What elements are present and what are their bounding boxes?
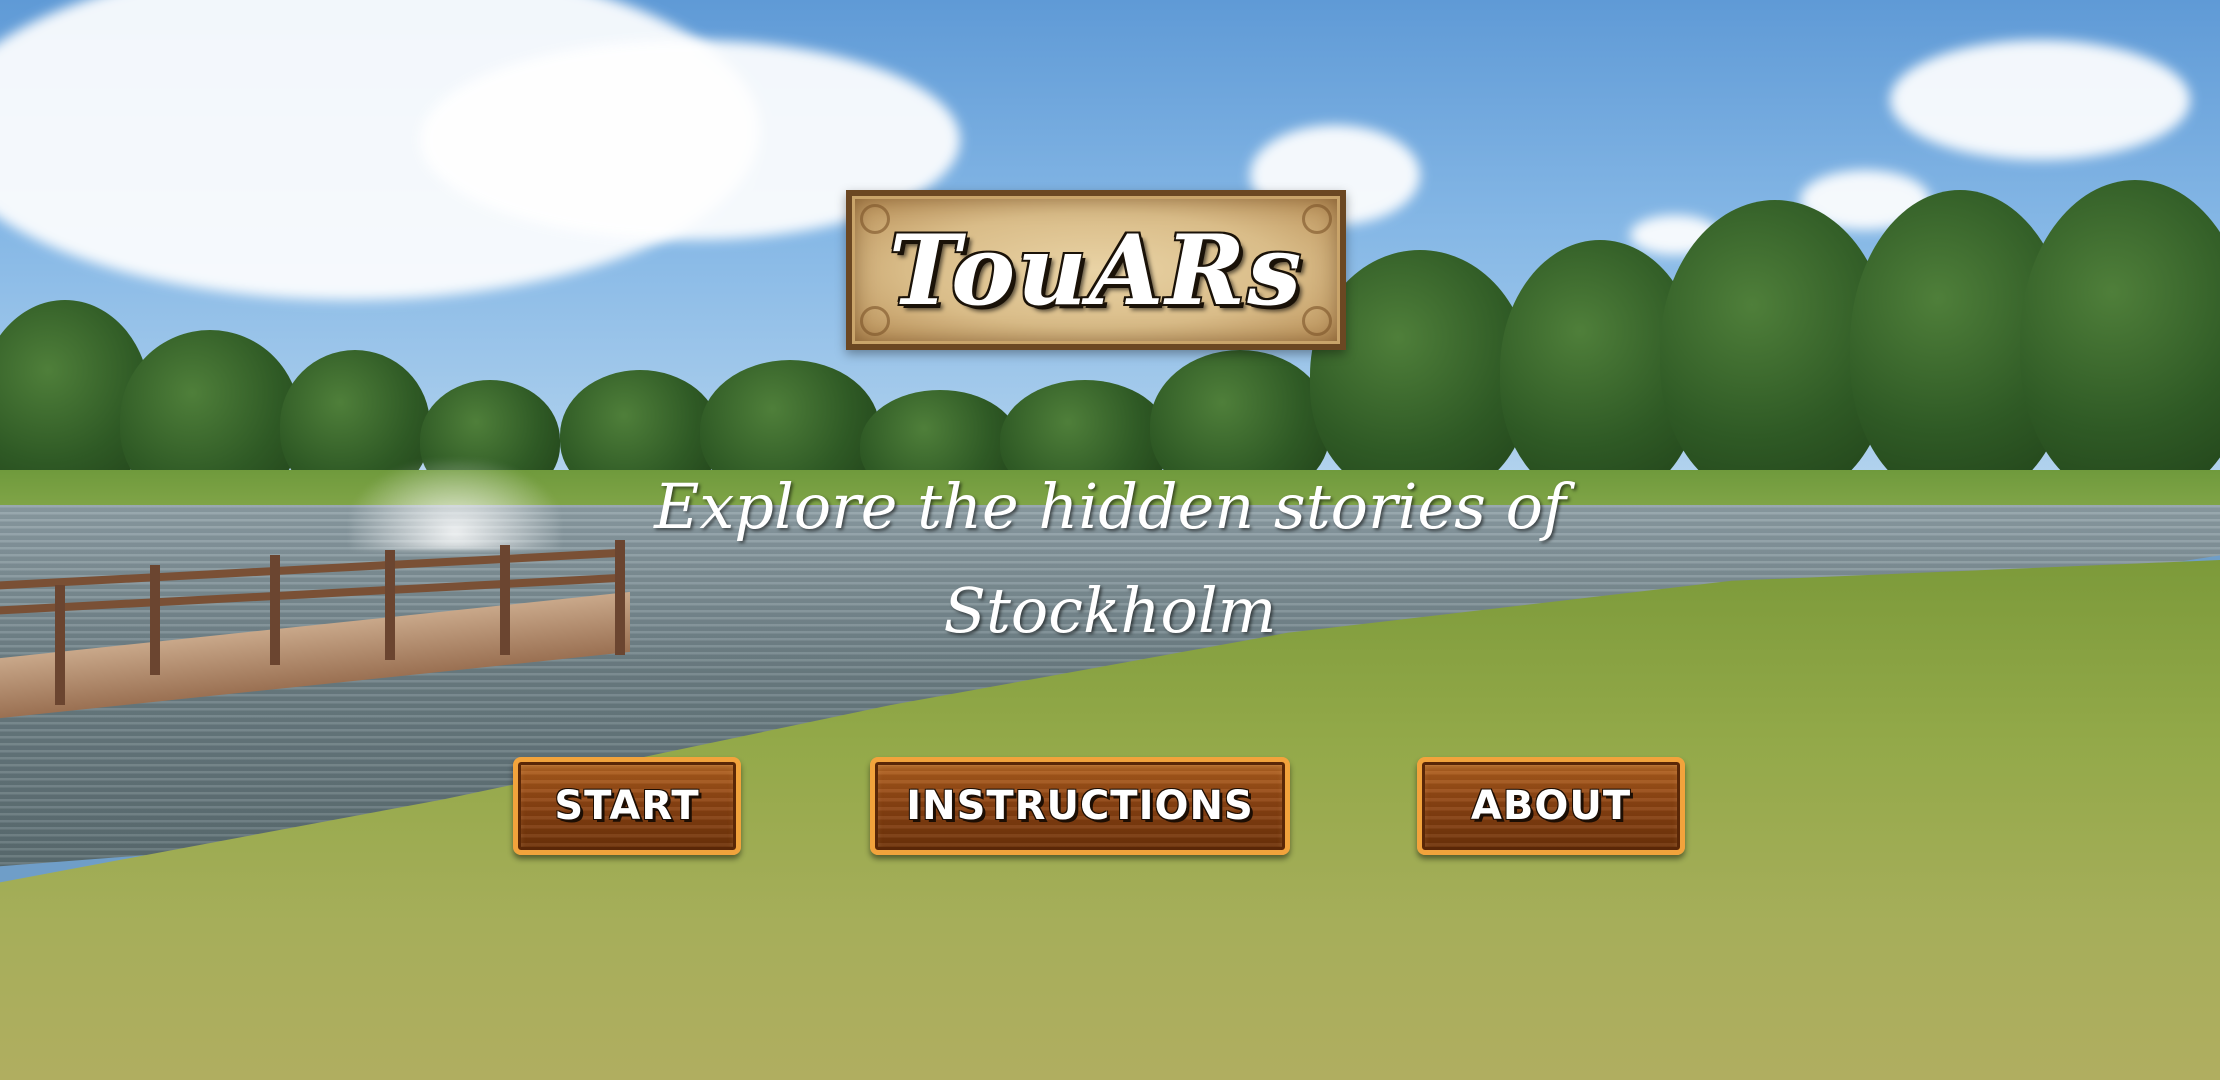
cloud — [1890, 40, 2190, 160]
wooden-dock — [0, 540, 640, 785]
tagline-line-2: Stockholm — [943, 574, 1277, 647]
tagline-line-1: Explore the hidden stories of — [654, 470, 1566, 543]
start-button-label: START — [554, 783, 700, 829]
instructions-button[interactable]: INSTRUCTIONS — [870, 757, 1290, 855]
main-menu-screen: TouARs Explore the hidden stories of Sto… — [0, 0, 2220, 1080]
title-sign: TouARs — [846, 190, 1346, 350]
fountain-spray — [350, 460, 560, 550]
app-title: TouARs — [888, 213, 1304, 327]
start-button[interactable]: START — [513, 757, 741, 855]
tagline: Explore the hidden stories of Stockholm — [610, 455, 1610, 663]
about-button-label: ABOUT — [1470, 783, 1632, 829]
about-button[interactable]: ABOUT — [1417, 757, 1685, 855]
instructions-button-label: INSTRUCTIONS — [906, 783, 1254, 829]
